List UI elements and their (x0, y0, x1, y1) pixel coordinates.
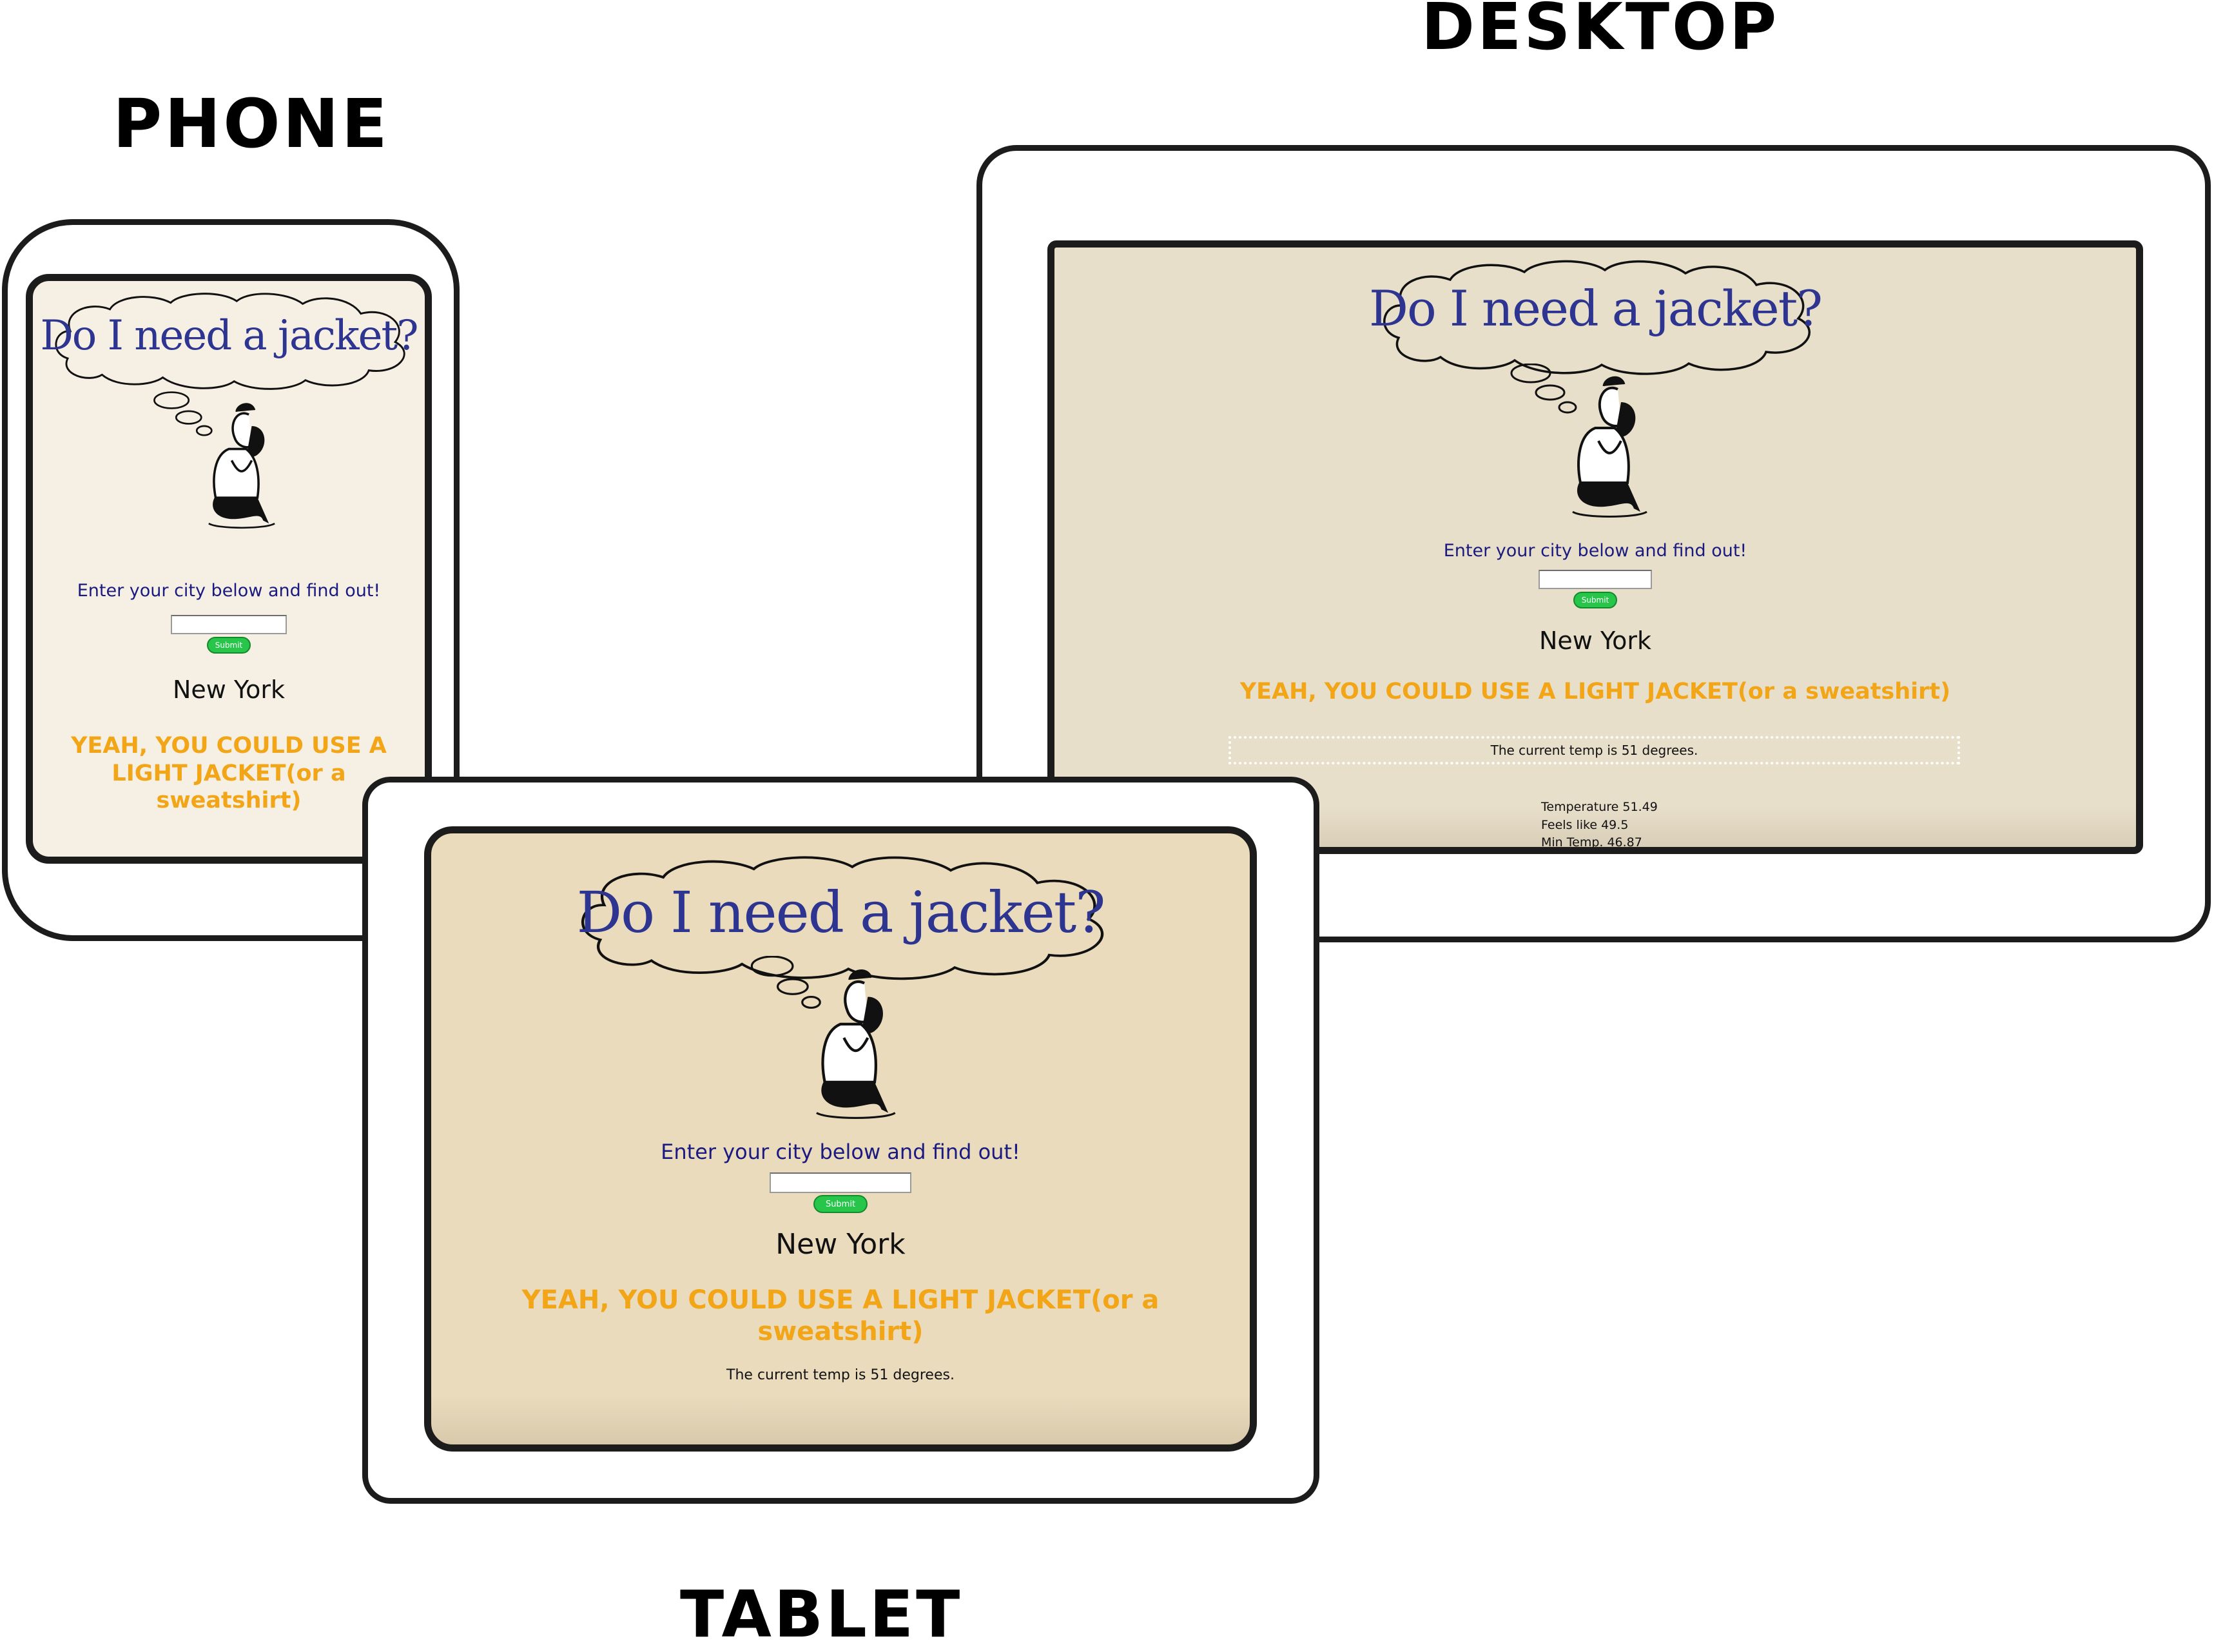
tablet-city-input[interactable] (770, 1172, 911, 1193)
phone-submit-button[interactable]: Submit (207, 637, 251, 654)
desktop-city-input[interactable] (1539, 570, 1652, 589)
tablet-prompt: Enter your city below and find out! (661, 1140, 1020, 1164)
detail-feels-like: Feels like 49.5 (1541, 817, 1629, 832)
tablet-city-name: New York (775, 1228, 906, 1261)
detail-temperature: Temperature 51.49 (1541, 800, 1658, 814)
desktop-verdict: YEAH, YOU COULD USE A LIGHT JACKET(or a … (1239, 679, 1951, 705)
phone-screen: Do I need a jacket? Enter your city belo… (26, 274, 432, 864)
thinking-man-icon (1510, 364, 1647, 518)
desktop-temp-box: The current temp is 51 degrees. (1228, 736, 1960, 764)
tablet-current-temp: The current temp is 51 degrees. (726, 1367, 955, 1383)
phone-prompt: Enter your city below and find out! (77, 581, 381, 601)
desktop-logo: Do I need a jacket? (1363, 254, 1827, 380)
phone-thinker (151, 391, 306, 539)
tablet-thinker (747, 956, 934, 1130)
detail-min-temp: Min Temp. 46.87 (1541, 835, 1642, 850)
phone-city-name: New York (172, 675, 285, 704)
tablet-verdict: YEAH, YOU COULD USE A LIGHT JACKET(or a … (521, 1285, 1160, 1346)
tablet-label: TABLET (680, 1577, 963, 1652)
desktop-submit-button[interactable]: Submit (1573, 592, 1617, 608)
desktop-prompt: Enter your city below and find out! (1443, 541, 1747, 561)
desktop-screen: Do I need a jacket? Enter your city belo… (1047, 240, 2143, 854)
desktop-thinker (1508, 364, 1682, 528)
tablet-screen: Do I need a jacket? Enter your city belo… (424, 826, 1257, 1452)
tablet-title: Do I need a jacket? (576, 879, 1106, 946)
desktop-title: Do I need a jacket? (1369, 280, 1823, 337)
phone-label: PHONE (113, 84, 390, 163)
thinking-man-icon (750, 956, 896, 1120)
tablet-submit-button[interactable]: Submit (813, 1195, 868, 1213)
desktop-details: Temperature 51.49 Feels like 49.5 Min Te… (1541, 799, 1658, 850)
phone-logo: Do I need a jacket? (39, 287, 419, 394)
thinking-man-icon (153, 391, 275, 529)
desktop-city-name: New York (1539, 627, 1651, 655)
desktop-label: DESKTOP (1421, 0, 1780, 64)
phone-title: Do I need a jacket? (40, 312, 418, 360)
phone-verdict: YEAH, YOU COULD USE A LIGHT JACKET(or a … (71, 733, 387, 814)
phone-city-input[interactable] (171, 615, 287, 634)
